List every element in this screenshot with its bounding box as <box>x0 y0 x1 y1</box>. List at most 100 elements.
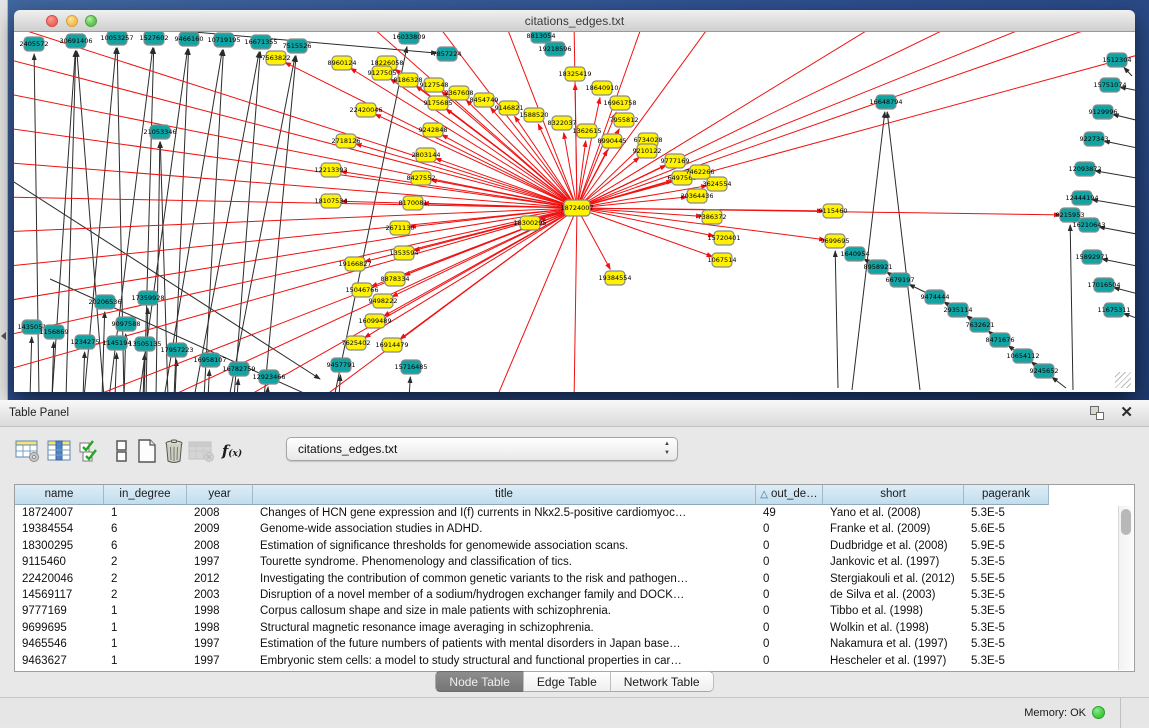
svg-text:15716485: 15716485 <box>394 363 427 371</box>
resize-grip[interactable] <box>1115 372 1131 388</box>
column-header-title[interactable]: title <box>253 485 756 505</box>
select-column-button[interactable] <box>46 436 74 466</box>
svg-text:1353594: 1353594 <box>390 249 419 257</box>
svg-text:12923466: 12923466 <box>252 373 285 381</box>
table-cell: 2008 <box>187 505 253 521</box>
delete-table-button-disabled[interactable] <box>188 436 216 466</box>
network-canvas[interactable]: 1872400718300295193845541832541918640910… <box>14 32 1135 392</box>
table-cell: 2 <box>104 554 187 570</box>
svg-text:7515526: 7515526 <box>283 42 312 50</box>
memory-ok-indicator[interactable] <box>1092 706 1105 719</box>
table-cell: Nakamura et al. (1997) <box>823 636 964 652</box>
svg-text:16914479: 16914479 <box>375 341 408 349</box>
table-cell: 6 <box>104 538 187 554</box>
svg-text:17957223: 17957223 <box>160 346 193 354</box>
table-cell: 9465546 <box>15 636 104 652</box>
table-cell: Structural magnetic resonance image aver… <box>253 620 756 636</box>
svg-text:9457791: 9457791 <box>327 361 356 369</box>
table-cell: Estimation of the future numbers of pati… <box>253 636 756 652</box>
svg-text:8322037: 8322037 <box>548 119 577 127</box>
svg-text:18325419: 18325419 <box>558 70 591 78</box>
create-column-button[interactable] <box>133 436 161 466</box>
table-cell: 5.9E-5 <box>964 538 1049 554</box>
table-cell: 0 <box>756 521 823 537</box>
table-cell: 0 <box>756 538 823 554</box>
panel-collapse-icon[interactable] <box>1 332 6 340</box>
svg-text:7625402: 7625402 <box>342 339 371 347</box>
table-row[interactable]: 1872400712008Changes of HCN gene express… <box>15 505 1118 521</box>
svg-text:9466160: 9466160 <box>175 35 204 43</box>
table-cell: Yano et al. (2008) <box>823 505 964 521</box>
column-header-year[interactable]: year <box>187 485 253 505</box>
float-panel-icon[interactable] <box>1090 406 1105 421</box>
network-desktop: citations_edges.txt 18724007183002951938… <box>0 0 1149 400</box>
table-mode-button[interactable] <box>14 436 42 466</box>
close-panel-icon[interactable]: ✕ <box>1120 403 1133 421</box>
table-cell: 49 <box>756 505 823 521</box>
table-row[interactable]: 1830029562008Estimation of significance … <box>15 538 1118 554</box>
svg-text:1527602: 1527602 <box>140 34 169 42</box>
column-header-short[interactable]: short <box>823 485 964 505</box>
table-cell: 0 <box>756 636 823 652</box>
table-scrollbar-thumb[interactable] <box>1121 509 1131 535</box>
table-panel-title: Table Panel <box>9 407 69 419</box>
table-row[interactable]: 946554611997Estimation of the future num… <box>15 636 1118 652</box>
table-cell: 19384554 <box>15 521 104 537</box>
table-row[interactable]: 1456911722003Disruption of a novel membe… <box>15 587 1118 603</box>
svg-text:18724007: 18724007 <box>560 204 593 212</box>
table-row[interactable]: 911546021997Tourette syndrome. Phenomeno… <box>15 554 1118 570</box>
svg-text:2405572: 2405572 <box>20 40 49 48</box>
table-row[interactable]: 977716911998Corpus callosum shape and si… <box>15 603 1118 619</box>
table-row[interactable]: 2242004622012Investigating the contribut… <box>15 571 1118 587</box>
tab-edge-table[interactable]: Edge Table <box>524 671 611 692</box>
tab-network-table[interactable]: Network Table <box>611 671 714 692</box>
table-tab-bar: Node TableEdge TableNetwork Table <box>0 671 1149 693</box>
column-header-in_degree[interactable]: in_degree <box>104 485 187 505</box>
table-scrollbar[interactable] <box>1118 506 1133 670</box>
function-builder-button[interactable]: f(x) <box>218 436 246 466</box>
tab-node-table[interactable]: Node Table <box>435 671 524 692</box>
table-cell: 5.3E-5 <box>964 587 1049 603</box>
svg-text:9242848: 9242848 <box>419 126 448 134</box>
network-window: citations_edges.txt 18724007183002951938… <box>14 10 1135 392</box>
svg-text:8215953: 8215953 <box>1056 211 1085 219</box>
table-cell: Jankovic et al. (1997) <box>823 554 964 570</box>
status-divider <box>1120 698 1121 728</box>
svg-text:20364436: 20364436 <box>680 192 713 200</box>
table-header-row: namein_degreeyeartitle△out_de…shortpager… <box>15 485 1134 505</box>
table-cell: de Silva et al. (2003) <box>823 587 964 603</box>
svg-text:16782759: 16782759 <box>222 365 255 373</box>
column-header-name[interactable]: name <box>15 485 104 505</box>
svg-text:15046766: 15046766 <box>345 286 378 294</box>
svg-text:2803144: 2803144 <box>412 151 441 159</box>
table-cell: 2003 <box>187 587 253 603</box>
table-selector-dropdown[interactable]: citations_edges.txt ▲▼ <box>286 437 678 461</box>
table-row[interactable]: 969969511998Structural magnetic resonanc… <box>15 620 1118 636</box>
show-hide-columns-button[interactable] <box>76 436 104 466</box>
svg-text:9245652: 9245652 <box>1030 367 1059 375</box>
table-cell: 5.3E-5 <box>964 603 1049 619</box>
table-row[interactable]: 946362711997Embryonic stem cells: a mode… <box>15 653 1118 669</box>
svg-text:6734028: 6734028 <box>634 136 663 144</box>
table-cell: 22420046 <box>15 571 104 587</box>
column-chooser-button[interactable] <box>108 436 136 466</box>
svg-text:2935114: 2935114 <box>944 306 973 314</box>
network-svg[interactable]: 1872400718300295193845541832541918640910… <box>14 32 1135 392</box>
svg-text:12444194: 12444194 <box>1065 194 1098 202</box>
network-window-title: citations_edges.txt <box>14 14 1135 28</box>
svg-text:21053346: 21053346 <box>143 128 176 136</box>
node-attribute-table: namein_degreeyeartitle△out_de…shortpager… <box>14 484 1135 672</box>
column-header-out_de[interactable]: △out_de… <box>756 485 823 505</box>
table-cell: 5.6E-5 <box>964 521 1049 537</box>
table-cell: 9777169 <box>15 603 104 619</box>
table-cell: Wolkin et al. (1998) <box>823 620 964 636</box>
table-row[interactable]: 1938455462009Genome-wide association stu… <box>15 521 1118 537</box>
svg-text:8958921: 8958921 <box>864 263 893 271</box>
svg-text:13505135: 13505135 <box>128 340 161 348</box>
svg-text:1640954: 1640954 <box>841 250 870 258</box>
delete-column-button[interactable] <box>160 436 188 466</box>
column-header-pagerank[interactable]: pagerank <box>964 485 1049 505</box>
svg-text:18640910: 18640910 <box>585 84 618 92</box>
table-cell: Disruption of a novel member of a sodium… <box>253 587 756 603</box>
network-window-titlebar[interactable]: citations_edges.txt <box>14 10 1135 32</box>
